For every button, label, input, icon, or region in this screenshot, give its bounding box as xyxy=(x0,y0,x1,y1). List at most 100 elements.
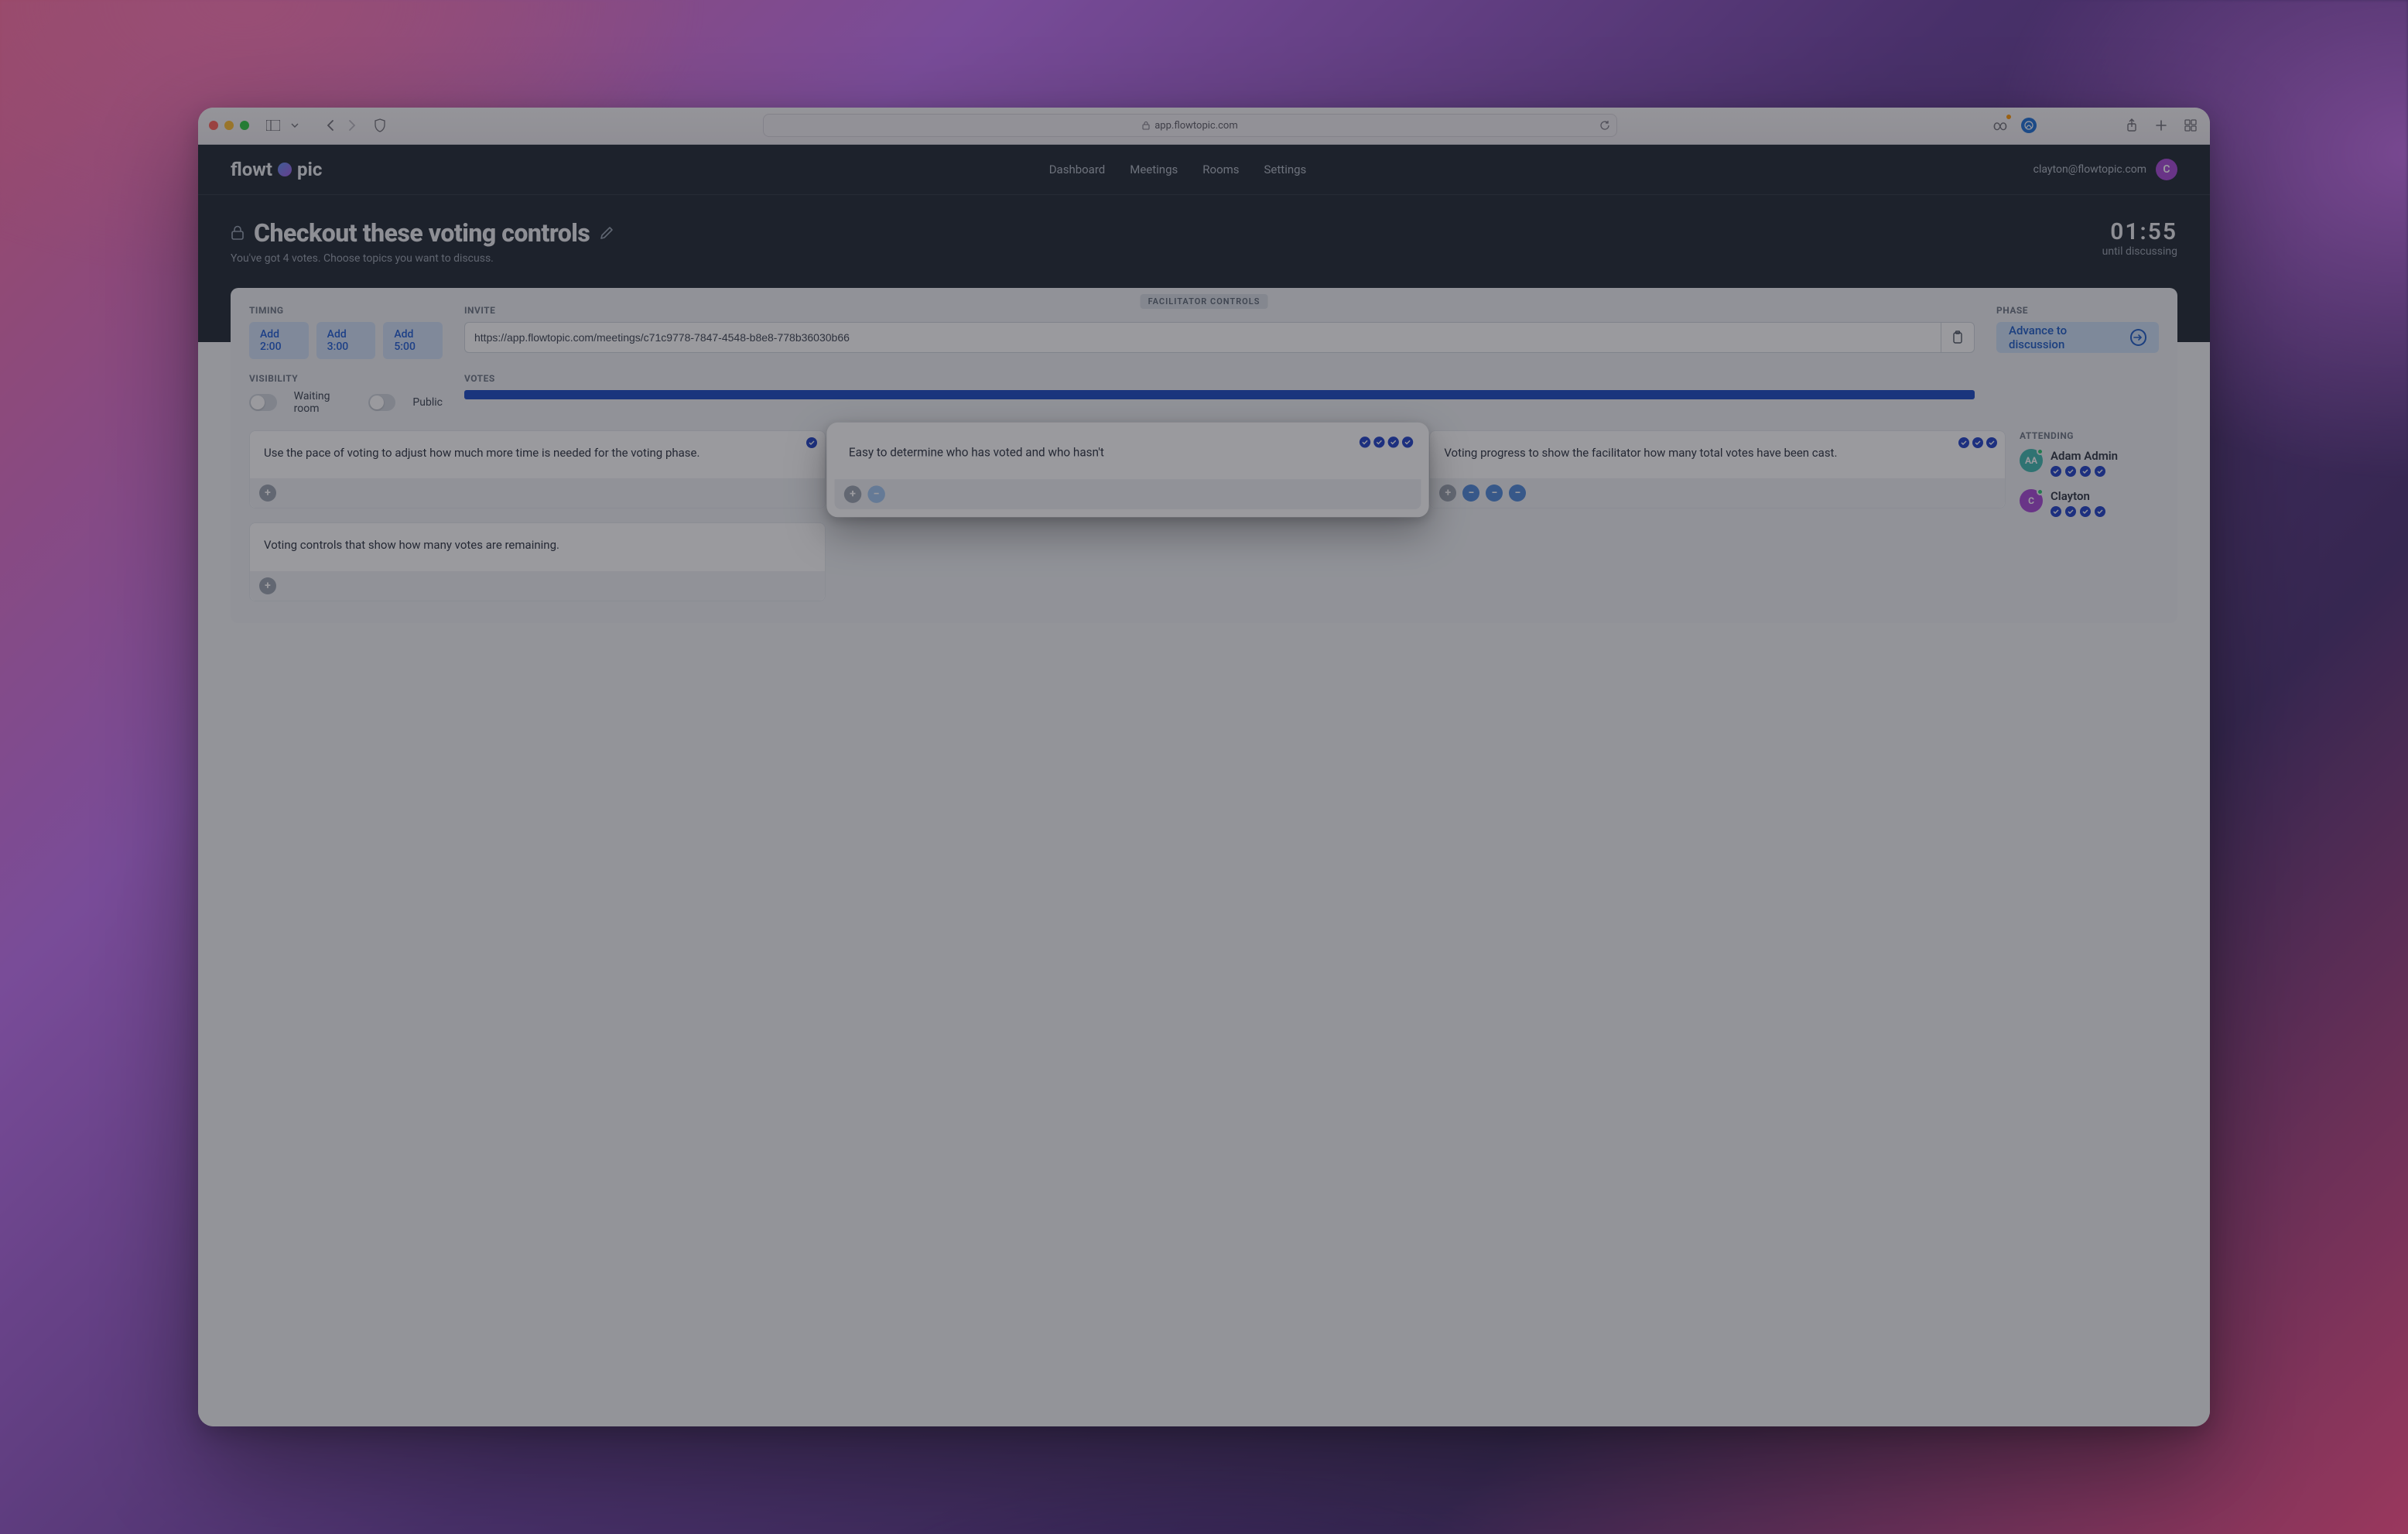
topic-card[interactable]: Use the pace of voting to adjust how muc… xyxy=(249,430,826,509)
nav-meetings[interactable]: Meetings xyxy=(1130,163,1178,176)
topic-card-highlighted[interactable]: Easy to determine who has voted and who … xyxy=(833,430,1421,510)
attendee-avatar: AA xyxy=(2020,449,2043,472)
maximize-window-button[interactable] xyxy=(240,121,249,130)
topics-col-3: Voting progress to show the facilitator … xyxy=(1429,430,2006,602)
window-controls xyxy=(209,121,249,130)
topic-text: Use the pace of voting to adjust how muc… xyxy=(264,446,699,460)
page-subtitle: You've got 4 votes. Choose topics you wa… xyxy=(231,252,614,265)
vote-dot-icon xyxy=(1373,437,1384,447)
brand-logo[interactable]: flowt pic xyxy=(231,159,322,180)
topic-text: Easy to determine who has voted and who … xyxy=(849,445,1104,459)
vote-dot-icon xyxy=(2065,506,2076,517)
new-tab-icon[interactable] xyxy=(2153,117,2170,134)
extensions-icon[interactable]: ∞ xyxy=(1992,117,2009,134)
attendee-vote-dots xyxy=(2051,466,2118,477)
topic-card[interactable]: Voting controls that show how many votes… xyxy=(249,522,826,601)
votes-progress-bar xyxy=(464,390,1975,399)
timer-label: until discussing xyxy=(2102,245,2177,258)
copy-invite-button[interactable] xyxy=(1941,322,1975,353)
timing-label: TIMING xyxy=(249,305,443,316)
sidebar-dropdown-icon[interactable] xyxy=(286,117,303,134)
invite-url-input[interactable] xyxy=(464,322,1941,353)
attending-col: ATTENDING AA Adam Admin xyxy=(2020,430,2159,602)
add-vote-button[interactable]: + xyxy=(1439,485,1456,502)
votes-label: VOTES xyxy=(464,373,1975,384)
advance-phase-label: Advance to discussion xyxy=(2009,324,2122,351)
brand-text-suffix: pic xyxy=(297,159,322,180)
advance-phase-button[interactable]: Advance to discussion xyxy=(1996,322,2159,353)
privacy-report-icon[interactable] xyxy=(371,117,388,134)
app-nav: flowt pic Dashboard Meetings Rooms Settin… xyxy=(198,145,2210,195)
add-2-button[interactable]: Add 2:00 xyxy=(249,322,309,359)
waiting-room-toggle[interactable] xyxy=(249,394,277,411)
remove-vote-button[interactable]: − xyxy=(1509,485,1526,502)
lock-icon xyxy=(231,225,245,241)
visibility-label: VISIBILITY xyxy=(249,373,443,384)
vote-dot-icon xyxy=(1972,437,1983,448)
account-email: clayton@flowtopic.com xyxy=(2033,163,2146,176)
brand-dot-icon xyxy=(278,163,292,176)
attendee-name: Clayton xyxy=(2051,489,2105,503)
brand-text-prefix: flowt xyxy=(231,159,272,180)
reload-icon[interactable] xyxy=(1599,120,1610,131)
online-indicator-icon xyxy=(2037,488,2044,495)
page-title: Checkout these voting controls xyxy=(254,218,590,248)
add-vote-button[interactable]: + xyxy=(259,485,276,502)
app-content: flowt pic Dashboard Meetings Rooms Settin… xyxy=(198,145,2210,1427)
topic-vote-dots xyxy=(806,437,817,448)
vote-dot-icon xyxy=(1958,437,1969,448)
add-5-button[interactable]: Add 5:00 xyxy=(383,322,443,359)
vote-dot-icon xyxy=(2051,466,2061,477)
vote-dot-icon xyxy=(2095,466,2105,477)
topic-vote-dots xyxy=(1359,437,1412,447)
topic-card[interactable]: Voting progress to show the facilitator … xyxy=(1429,430,2006,509)
remove-vote-button[interactable]: − xyxy=(867,485,884,502)
topic-text: Voting progress to show the facilitator … xyxy=(1444,446,1837,460)
vote-dot-icon xyxy=(2095,506,2105,517)
lock-icon xyxy=(1142,121,1150,130)
address-text: app.flowtopic.com xyxy=(1154,120,1238,132)
minimize-window-button[interactable] xyxy=(224,121,234,130)
add-vote-button[interactable]: + xyxy=(843,485,860,502)
vote-dot-icon xyxy=(2080,466,2091,477)
attendee-row: C Clayton xyxy=(2020,489,2159,517)
vote-dot-icon xyxy=(2065,466,2076,477)
attendee-row: AA Adam Admin xyxy=(2020,449,2159,477)
phase-section: PHASE Advance to discussion xyxy=(1996,305,2159,359)
visibility-section: VISIBILITY Waiting room Public xyxy=(249,373,443,415)
site-settings-icon[interactable] xyxy=(2021,118,2037,133)
add-3-button[interactable]: Add 3:00 xyxy=(316,322,376,359)
nav-settings[interactable]: Settings xyxy=(1264,163,1307,176)
account-menu[interactable]: clayton@flowtopic.com C xyxy=(2033,159,2177,180)
close-window-button[interactable] xyxy=(209,121,218,130)
address-bar[interactable]: app.flowtopic.com xyxy=(763,114,1617,137)
remove-vote-button[interactable]: − xyxy=(1462,485,1479,502)
vote-dot-icon xyxy=(2051,506,2061,517)
remove-vote-button[interactable]: − xyxy=(1486,485,1503,502)
vote-dot-icon xyxy=(2080,506,2091,517)
attendee-avatar: C xyxy=(2020,489,2043,512)
attendee-name: Adam Admin xyxy=(2051,449,2118,463)
back-button[interactable] xyxy=(322,117,339,134)
facilitator-panel: FACILITATOR CONTROLS TIMING Add 2:00 Add… xyxy=(231,288,2177,624)
add-vote-button[interactable]: + xyxy=(259,577,276,594)
forward-button[interactable] xyxy=(344,117,361,134)
arrow-right-circle-icon xyxy=(2130,329,2146,346)
nav-dashboard[interactable]: Dashboard xyxy=(1049,163,1106,176)
edit-title-icon[interactable] xyxy=(599,225,614,241)
share-icon[interactable] xyxy=(2123,117,2140,134)
vote-dot-icon xyxy=(1359,437,1370,447)
online-indicator-icon xyxy=(2037,448,2044,455)
attendee-vote-dots xyxy=(2051,506,2105,517)
topics-grid: Use the pace of voting to adjust how muc… xyxy=(249,430,2159,602)
sidebar-toggle-icon[interactable] xyxy=(265,117,282,134)
page-header: Checkout these voting controls You've go… xyxy=(198,195,2210,265)
tab-overview-icon[interactable] xyxy=(2182,117,2199,134)
waiting-room-label: Waiting room xyxy=(294,390,351,415)
public-label: Public xyxy=(412,396,443,409)
topic-vote-dots xyxy=(1958,437,1997,448)
invite-section: INVITE xyxy=(464,305,1975,359)
phase-label: PHASE xyxy=(1996,305,2159,316)
public-toggle[interactable] xyxy=(368,394,396,411)
nav-rooms[interactable]: Rooms xyxy=(1202,163,1239,176)
